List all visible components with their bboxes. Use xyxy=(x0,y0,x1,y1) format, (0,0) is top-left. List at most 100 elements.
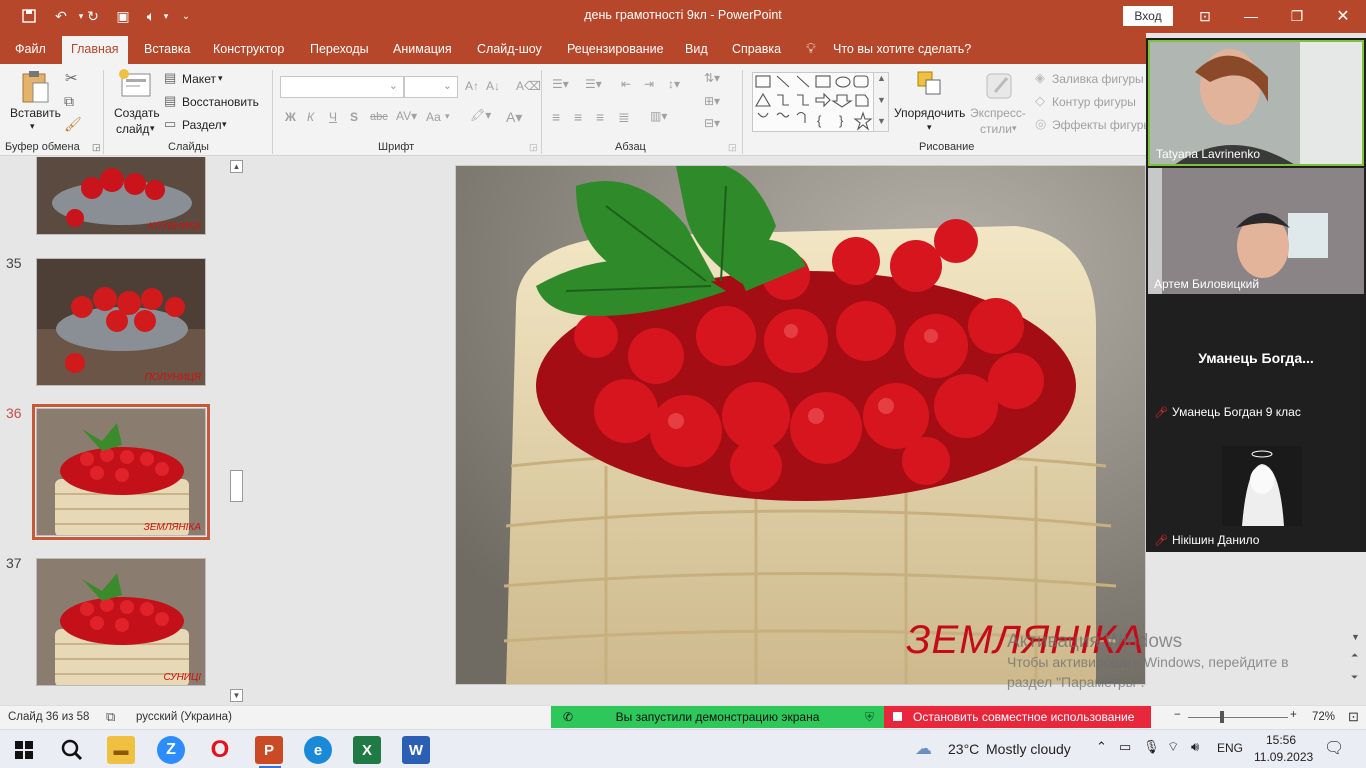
tab-help[interactable]: Справка xyxy=(732,42,781,56)
shape-outline-button[interactable]: Контур фигуры xyxy=(1052,95,1136,109)
align-center-icon[interactable]: ≡ xyxy=(574,109,582,125)
fit-slide-icon[interactable]: ⊡ xyxy=(1348,709,1359,725)
tab-design[interactable]: Конструктор xyxy=(213,42,284,56)
shape-effects-icon[interactable]: ◎ xyxy=(1035,116,1046,132)
zoom-slider-handle[interactable] xyxy=(1220,711,1225,723)
quick-styles-icon[interactable] xyxy=(985,70,1015,105)
reset-button[interactable]: Восстановить xyxy=(182,95,259,109)
participant-tile[interactable]: 🎤︎ Нікішин Данило xyxy=(1148,424,1364,550)
slide-scrollbar[interactable]: ▼ ⏶ ⏷ xyxy=(1349,630,1366,705)
change-case-dropdown-icon[interactable]: ▾ xyxy=(445,111,450,122)
close-icon[interactable]: ✕ xyxy=(1320,0,1366,32)
shape-fill-button[interactable]: Заливка фигуры xyxy=(1052,72,1144,86)
section-button[interactable]: Раздел xyxy=(182,118,222,132)
new-slide-dropdown-icon[interactable]: ▾ xyxy=(150,123,155,134)
clock-date[interactable]: 11.09.2023 xyxy=(1254,750,1313,764)
section-icon[interactable]: ▭ xyxy=(164,116,176,132)
tab-slideshow[interactable]: Слайд-шоу xyxy=(477,42,542,56)
participant-tile[interactable]: Tatyana Lavrinenko xyxy=(1148,40,1364,166)
paste-label[interactable]: Вставить xyxy=(10,106,61,120)
quick-styles-label-2[interactable]: стили xyxy=(980,122,1012,136)
font-size-select[interactable]: ⌄ xyxy=(404,76,458,98)
weather-text[interactable]: Mostly cloudy xyxy=(986,741,1071,757)
login-button[interactable]: Вход xyxy=(1123,6,1173,26)
edge-icon[interactable]: e xyxy=(304,736,332,764)
tab-review[interactable]: Рецензирование xyxy=(567,42,664,56)
zoom-out-icon[interactable]: − xyxy=(1174,709,1181,721)
participant-tile[interactable]: Уманець Богда... 🎤︎ Уманець Богдан 9 кла… xyxy=(1148,296,1364,422)
tab-animations[interactable]: Анимация xyxy=(393,42,452,56)
participant-tile[interactable]: Артем Биловицкий xyxy=(1148,168,1364,294)
wifi-icon[interactable]: ⌔ xyxy=(1167,739,1179,755)
battery-icon[interactable]: ▭ xyxy=(1119,739,1131,755)
smartart-icon[interactable]: ⊟▾ xyxy=(704,116,720,130)
new-slide-icon[interactable] xyxy=(118,68,152,103)
word-icon[interactable]: W xyxy=(402,736,430,764)
spellcheck-icon[interactable]: ⧉ xyxy=(106,709,115,725)
start-icon[interactable] xyxy=(10,736,38,764)
change-case-button[interactable]: Аа xyxy=(426,110,441,124)
slide-thumbnail[interactable]: ПОЛУНИЦЯ xyxy=(36,258,206,386)
tab-insert[interactable]: Вставка xyxy=(144,42,190,56)
arrange-dropdown-icon[interactable]: ▾ xyxy=(927,122,932,133)
justify-icon[interactable]: ≣ xyxy=(618,109,630,126)
next-slide-icon[interactable]: ⏷ xyxy=(1351,672,1358,683)
quick-styles-dropdown-icon[interactable]: ▾ xyxy=(1012,123,1017,134)
font-launcher-icon[interactable]: ◲ xyxy=(529,142,538,153)
align-right-icon[interactable]: ≡ xyxy=(596,109,604,125)
zoom-in-icon[interactable]: + xyxy=(1290,709,1297,721)
zoom-slider[interactable] xyxy=(1188,717,1288,718)
minimize-icon[interactable]: — xyxy=(1228,0,1274,32)
zoom-level[interactable]: 72% xyxy=(1312,711,1335,723)
char-spacing-icon[interactable]: AV▾ xyxy=(396,109,417,123)
search-icon[interactable] xyxy=(58,736,86,764)
paste-dropdown-icon[interactable]: ▾ xyxy=(30,121,35,132)
underline-button[interactable]: Ч xyxy=(329,110,337,124)
slide-thumbnail[interactable]: СУНИЦІ xyxy=(36,558,206,686)
reset-icon[interactable]: ▤ xyxy=(164,93,176,109)
arrange-button[interactable]: Упорядочить xyxy=(894,106,965,120)
clear-format-icon[interactable]: A⌫ xyxy=(516,79,541,93)
shape-outline-icon[interactable]: ◇ xyxy=(1035,93,1045,109)
scroll-thumb[interactable] xyxy=(230,470,243,502)
increase-indent-icon[interactable]: ⇥ xyxy=(644,77,654,91)
notifications-icon[interactable]: 🗨︎ xyxy=(1324,738,1344,758)
microphone-icon[interactable]: 🎙︎ xyxy=(1143,739,1160,755)
shape-fill-icon[interactable]: ◈ xyxy=(1035,70,1045,86)
zoom-app-icon[interactable]: Z xyxy=(157,736,185,764)
paragraph-launcher-icon[interactable]: ◲ xyxy=(728,142,737,153)
language-indicator[interactable]: русский (Украина) xyxy=(136,711,232,723)
shrink-font-icon[interactable]: A↓ xyxy=(486,79,500,93)
file-explorer-icon[interactable]: ▬ xyxy=(107,736,135,764)
highlight-icon[interactable]: 🖍︎▾ xyxy=(470,108,491,122)
tab-view[interactable]: Вид xyxy=(685,42,708,56)
quick-styles-label-1[interactable]: Экспресс- xyxy=(970,106,1026,120)
restore-icon[interactable]: ❐ xyxy=(1274,0,1320,32)
slide-counter[interactable]: Слайд 36 из 58 xyxy=(8,711,89,723)
stop-share-button[interactable]: Остановить совместное использование xyxy=(884,706,1151,728)
tab-file[interactable]: Файл xyxy=(15,42,46,56)
copy-icon[interactable]: ⧉ xyxy=(64,93,74,110)
tell-me-search[interactable]: Что вы хотите сделать? xyxy=(833,42,971,56)
layout-dropdown-icon[interactable]: ▾ xyxy=(218,73,223,84)
weather-temp[interactable]: 23°C xyxy=(948,741,979,757)
shapes-gallery[interactable]: {} xyxy=(752,72,889,132)
ribbon-display-icon[interactable]: ⊡ xyxy=(1182,0,1228,32)
columns-icon[interactable]: ▥▾ xyxy=(650,109,667,123)
line-spacing-icon[interactable]: ↕▾ xyxy=(668,77,680,91)
tab-home[interactable]: Главная xyxy=(62,36,128,64)
weather-icon[interactable]: ☁ xyxy=(915,739,932,759)
slide-canvas[interactable]: ЗЕМЛЯНІКА xyxy=(455,165,1146,685)
slide-thumbnail-selected[interactable]: ЗЕМЛЯНІКА xyxy=(32,404,210,540)
shapes-gallery-scroll[interactable]: ▲ ▼ ▼ xyxy=(873,72,889,132)
align-left-icon[interactable]: ≡ xyxy=(552,109,560,125)
align-text-icon[interactable]: ⊞▾ xyxy=(704,94,720,108)
font-color-icon[interactable]: A▾ xyxy=(506,109,522,126)
thumbnails-scrollbar[interactable]: ▲ ▼ xyxy=(228,157,246,705)
cut-icon[interactable]: ✂ xyxy=(65,69,78,87)
powerpoint-icon[interactable]: P xyxy=(255,736,283,764)
strikethrough-button[interactable]: abc xyxy=(370,111,388,123)
text-direction-icon[interactable]: ⇅▾ xyxy=(704,71,720,85)
scroll-down-icon[interactable]: ▼ xyxy=(1351,632,1360,642)
font-name-select[interactable]: ⌄ xyxy=(280,76,404,98)
